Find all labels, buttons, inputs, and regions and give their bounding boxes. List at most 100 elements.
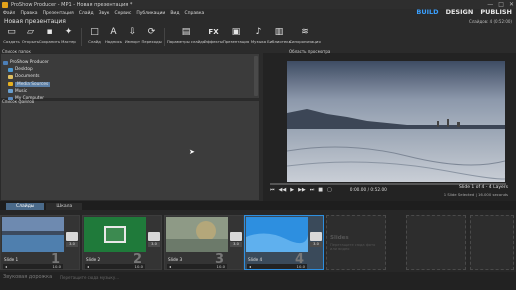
close-button[interactable]: ✕ (509, 1, 514, 8)
slide-name: Slide 4 (248, 257, 263, 262)
fx-icon: FX (208, 28, 219, 36)
toolbar-label: Презентация (222, 39, 250, 44)
fullscreen-icon[interactable]: ▢ (327, 187, 332, 193)
toolbar-save-button[interactable]: ▪ Сохранить (38, 27, 61, 44)
window-controls: — □ ✕ (487, 1, 514, 8)
slide-name: Slide 1 (4, 257, 19, 262)
empty-slide-slot[interactable] (406, 215, 466, 270)
slide-name: Slide 2 (86, 257, 101, 262)
star-icon (8, 82, 13, 87)
slide-duration[interactable]: 10.0 (217, 264, 225, 269)
slide-card-selected[interactable]: 3.0 Slide 4 4 ◂ 10.0 (244, 215, 324, 270)
mode-design[interactable]: DESIGN (446, 8, 474, 16)
music-icon: ♪ (255, 27, 262, 37)
file-list-panel[interactable] (0, 100, 260, 201)
folder-icon (3, 60, 8, 65)
tree-item-media-sources[interactable]: Media Sources (3, 81, 51, 88)
slide-thumbnail (166, 217, 228, 252)
transition-duration[interactable]: 3.0 (230, 242, 242, 247)
minimize-button[interactable]: — (487, 1, 493, 8)
toolbar-effects-button[interactable]: FX Эффекты (204, 27, 223, 44)
empty-slide-slot[interactable] (470, 215, 514, 270)
menu-publish[interactable]: Публикации (136, 11, 165, 16)
toolbar-import-button[interactable]: ⇩ Импорт (123, 27, 142, 44)
slide-card[interactable]: 3.0 Slide 1 1 ◂ 10.0 (0, 215, 80, 270)
toolbar-caption-button[interactable]: A Надпись (104, 27, 123, 44)
toolbar-library-button[interactable]: ▥ Библиотека (267, 27, 291, 44)
slide-list: 3.0 Slide 1 1 ◂ 10.0 3.0 Slide 2 2 ◂ 10.0 … (0, 210, 516, 272)
transition-icon[interactable] (230, 232, 242, 241)
tab-slides[interactable]: Слайды (6, 203, 45, 210)
maximize-button[interactable]: □ (498, 1, 504, 8)
toolbar-slide-button[interactable]: □ Слайд (85, 27, 104, 44)
transition-duration[interactable]: 3.0 (310, 242, 322, 247)
selection-info: 1 Slide Selected | 16.000 seconds (443, 192, 508, 197)
toolbar-label: Эффекты (204, 39, 223, 44)
transition-icon[interactable] (310, 232, 322, 241)
toolbar-sync-button[interactable]: ≋ Синхронизация (289, 27, 320, 44)
mode-publish[interactable]: PUBLISH (480, 8, 512, 16)
folder-list-panel: ProShow Producer Desktop Documents Media… (0, 53, 260, 102)
menu-file[interactable]: Файл (3, 11, 15, 16)
soundtrack-area[interactable]: Звуковая дорожка Перетащите сюда музыку.… (0, 272, 516, 290)
transition-icon[interactable] (66, 232, 78, 241)
transition-icon[interactable] (148, 232, 160, 241)
tree-item-music[interactable]: Music (3, 88, 50, 95)
slide-card[interactable]: 3.0 Slide 2 2 ◂ 10.0 (82, 215, 162, 270)
transition-duration[interactable]: 3.0 (66, 242, 78, 247)
menu-edit[interactable]: Правка (20, 11, 37, 16)
toolbar-label: Переходы (141, 39, 162, 44)
preview-video[interactable] (287, 61, 505, 182)
speaker-icon[interactable]: ◂ (247, 264, 253, 269)
menu-help[interactable]: Справка (184, 11, 204, 16)
toolbar-divider (164, 28, 165, 46)
slide-status-bar: ◂ 10.0 (3, 264, 63, 269)
preview-header: Область просмотра (289, 49, 331, 54)
toolbar-divider (81, 28, 82, 46)
rewind-icon[interactable]: ◀◀ (279, 187, 287, 193)
slide-status-bar: ◂ 10.0 (167, 264, 227, 269)
skip-start-icon[interactable]: ⏮ (270, 187, 275, 193)
tree-item-label: Desktop (15, 67, 33, 73)
toolbar-show-button[interactable]: ▣ Презентация (223, 27, 249, 44)
slide-duration[interactable]: 10.0 (53, 264, 61, 269)
menu-view[interactable]: Вид (170, 11, 179, 16)
toolbar-transitions-button[interactable]: ⟳ Переходы (141, 27, 162, 44)
skip-end-icon[interactable]: ⏭ (310, 187, 315, 193)
toolbar-label: Мастер (61, 39, 76, 44)
slide-card[interactable]: 3.0 Slide 3 3 ◂ 10.0 (164, 215, 244, 270)
project-meta: Слайдов: 4 (0:52:00) (469, 19, 512, 24)
speaker-icon[interactable]: ◂ (85, 264, 91, 269)
play-icon[interactable]: ▶ (290, 187, 294, 193)
toolbar-wizard-button[interactable]: ✦ Мастер (59, 27, 78, 44)
toolbar-label: Сохранить (38, 39, 61, 44)
tab-timeline[interactable]: Шкала (46, 203, 83, 210)
library-icon: ▥ (274, 27, 284, 37)
forward-icon[interactable]: ▶▶ (298, 187, 306, 193)
folder-scrollbar[interactable] (254, 56, 258, 96)
folder-tree: ProShow Producer Desktop Documents Media… (3, 59, 51, 102)
toolbar-label: Открыть (21, 39, 40, 44)
slide-duration[interactable]: 10.0 (135, 264, 143, 269)
tree-item-label: Music (15, 88, 28, 94)
toolbar-new-button[interactable]: ▭ Создать (2, 27, 21, 44)
stop-icon[interactable]: ■ (318, 187, 323, 193)
menu-audio[interactable]: Звук (99, 11, 110, 16)
mode-build[interactable]: BUILD (416, 8, 438, 16)
menu-show[interactable]: Презентация (43, 11, 74, 16)
tree-item-documents[interactable]: Documents (3, 73, 50, 80)
tree-item-desktop[interactable]: Desktop (3, 66, 50, 73)
toolbar-music-button[interactable]: ♪ Музыка (249, 27, 268, 44)
toolbar-open-button[interactable]: ▱ Открыть (21, 27, 40, 44)
slide-duration[interactable]: 10.0 (297, 264, 305, 269)
toolbar-label: Слайд (88, 39, 101, 44)
speaker-icon[interactable]: ◂ (3, 264, 9, 269)
speaker-icon[interactable]: ◂ (167, 264, 173, 269)
slide-options-icon: ▤ (181, 27, 191, 37)
toolbar-slide-options-button[interactable]: ▤ Параметры слайда (167, 27, 205, 44)
transition-duration[interactable]: 3.0 (148, 242, 160, 247)
workspace-modes: BUILD DESIGN PUBLISH (416, 8, 512, 16)
tree-item-proshow[interactable]: ProShow Producer (3, 59, 50, 66)
menu-slide[interactable]: Слайд (79, 11, 94, 16)
menu-tools[interactable]: Сервис (115, 11, 132, 16)
